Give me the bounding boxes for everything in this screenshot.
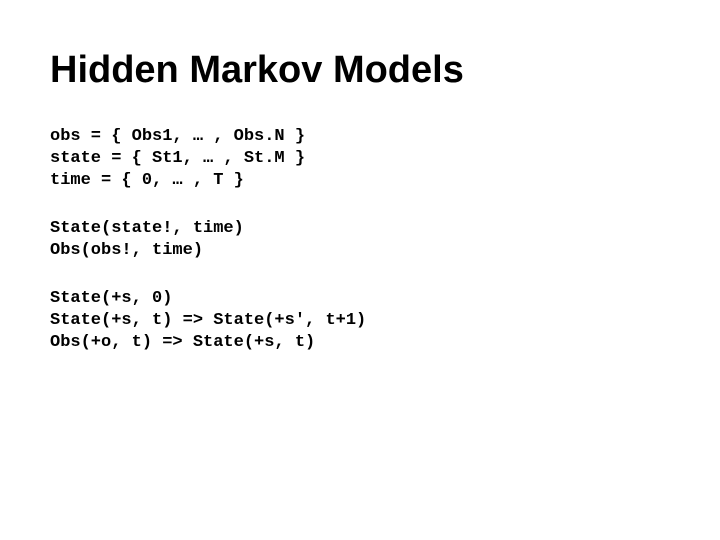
slide: Hidden Markov Models obs = { Obs1, … , O… <box>0 0 720 540</box>
code-line: State(+s, 0) <box>50 289 172 308</box>
code-line: obs = { Obs1, … , Obs.N } <box>50 127 305 146</box>
rules-block: State(+s, 0) State(+s, t) => State(+s', … <box>50 288 670 354</box>
code-line: Obs(obs!, time) <box>50 241 203 260</box>
code-line: State(state!, time) <box>50 219 244 238</box>
slide-title: Hidden Markov Models <box>50 50 670 92</box>
code-line: Obs(+o, t) => State(+s, t) <box>50 333 315 352</box>
code-line: state = { St1, … , St.M } <box>50 149 305 168</box>
code-line: State(+s, t) => State(+s', t+1) <box>50 311 366 330</box>
declarations-block: State(state!, time) Obs(obs!, time) <box>50 218 670 262</box>
definitions-block: obs = { Obs1, … , Obs.N } state = { St1,… <box>50 126 670 192</box>
code-line: time = { 0, … , T } <box>50 171 244 190</box>
